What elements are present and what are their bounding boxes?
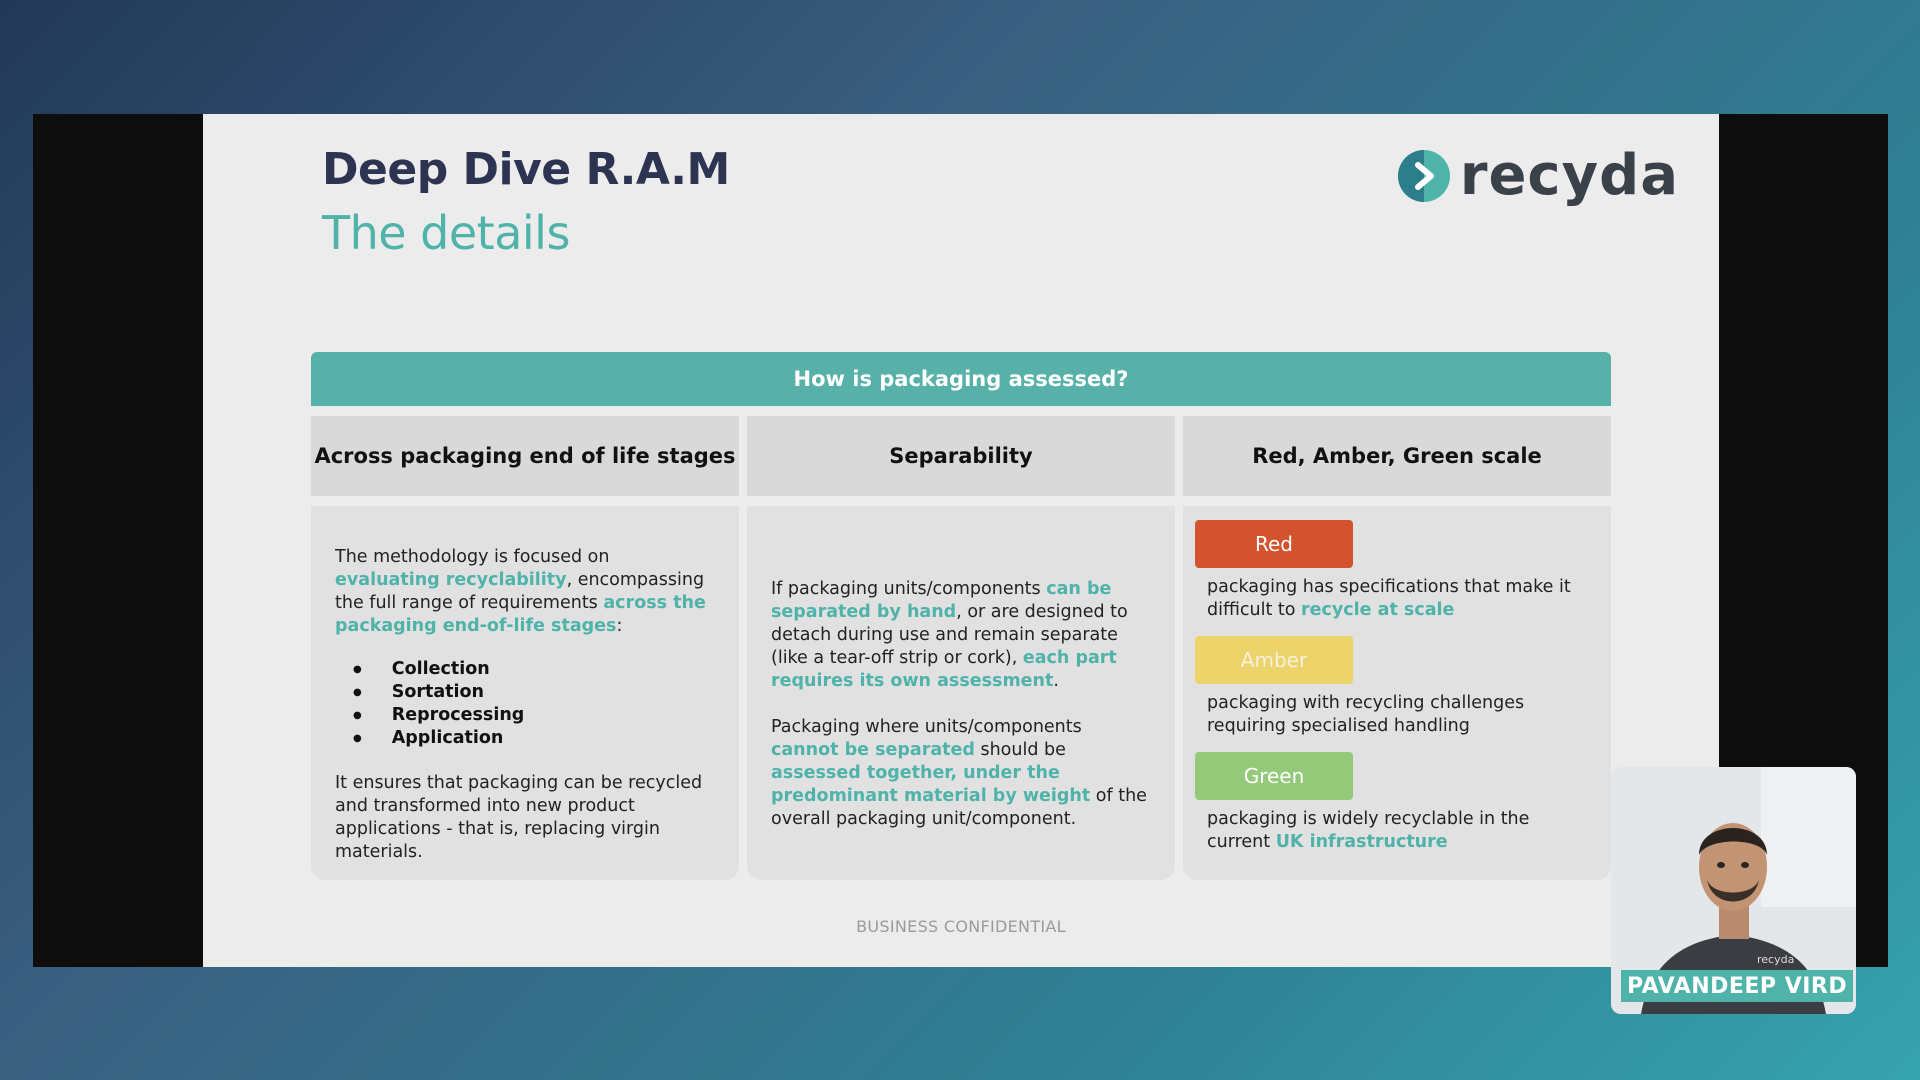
recyda-logo: recyda xyxy=(1397,143,1679,208)
webcam-tile: recyda PAVANDEEP VIRD xyxy=(1611,767,1856,1014)
methodology-paragraph: The methodology is focused on evaluating… xyxy=(335,547,706,636)
recyda-logo-icon xyxy=(1397,150,1450,202)
column-heading-rag-scale: Red, Amber, Green scale xyxy=(1183,416,1611,496)
column-heading-end-of-life: Across packaging end of life stages xyxy=(311,416,739,496)
amber-description: packaging with recycling challenges requ… xyxy=(1207,693,1525,736)
logo-text: recyda xyxy=(1459,143,1679,208)
ensures-paragraph: It ensures that packaging can be recycle… xyxy=(335,773,703,862)
shirt-logo: recyda xyxy=(1757,953,1795,966)
green-description: packaging is widely recyclable in the cu… xyxy=(1207,809,1530,852)
speaker-name-tag: PAVANDEEP VIRD xyxy=(1621,970,1854,1002)
column-body-end-of-life: The methodology is focused on evaluating… xyxy=(311,506,739,880)
slide: Deep Dive R.A.M The details recyda How i… xyxy=(203,114,1719,967)
assessment-banner: How is packaging assessed? xyxy=(311,352,1611,406)
green-rating-badge: Green xyxy=(1195,752,1353,800)
red-rating-badge: Red xyxy=(1195,520,1353,568)
slide-title: Deep Dive R.A.M xyxy=(322,144,730,195)
slide-subtitle: The details xyxy=(322,206,570,260)
list-item: Sortation xyxy=(353,681,715,704)
column-body-separability: If packaging units/components can be sep… xyxy=(747,506,1175,880)
non-separable-paragraph: Packaging where units/components cannot … xyxy=(771,717,1147,829)
confidential-footer: BUSINESS CONFIDENTIAL xyxy=(856,917,1066,936)
column-body-rag-scale: Red packaging has specifications that ma… xyxy=(1183,506,1611,880)
red-description: packaging has specifications that make i… xyxy=(1207,577,1571,620)
stages-list: Collection Sortation Reprocessing Applic… xyxy=(353,658,715,750)
list-item: Application xyxy=(353,727,715,750)
separable-paragraph: If packaging units/components can be sep… xyxy=(771,579,1128,691)
amber-rating-badge: Amber xyxy=(1195,636,1353,684)
column-heading-separability: Separability xyxy=(747,416,1175,496)
list-item: Collection xyxy=(353,658,715,681)
list-item: Reprocessing xyxy=(353,704,715,727)
